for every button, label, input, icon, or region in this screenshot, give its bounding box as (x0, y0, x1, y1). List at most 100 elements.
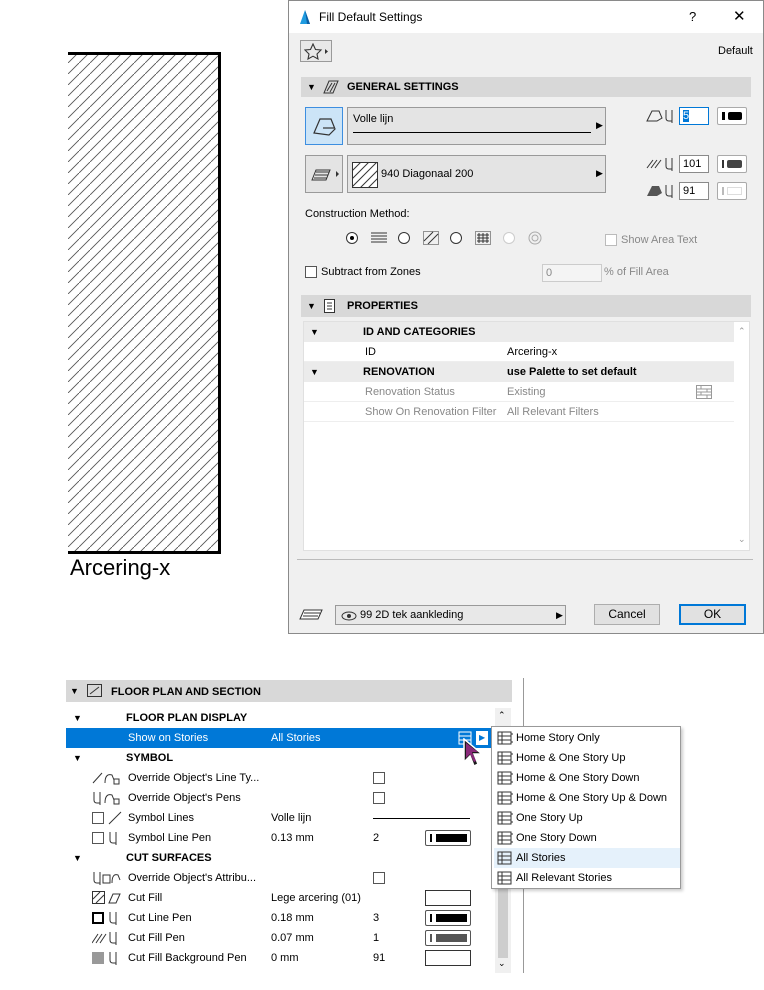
collapse-arrow-icon: ▼ (73, 853, 82, 863)
collapse-arrow-icon: ▼ (73, 713, 82, 723)
stories-menu-item[interactable]: Home Story Only (494, 728, 680, 748)
contour-toggle-button[interactable] (305, 107, 343, 145)
cut-fill-pen-label: Cut Fill Pen (128, 932, 185, 944)
cut-surfaces-row[interactable]: ▼ CUT SURFACES (66, 848, 494, 868)
cancel-button[interactable]: Cancel (594, 604, 660, 625)
fill-pen-icon (92, 932, 117, 945)
ok-button[interactable]: OK (679, 604, 746, 625)
cut-fill-bg-pen-swatch[interactable] (425, 950, 471, 966)
id-categories-label: ID AND CATEGORIES (363, 326, 476, 338)
cut-fill-pen-swatch[interactable] (425, 930, 471, 946)
symbol-lines-label: Symbol Lines (128, 812, 195, 824)
symbol-lines-value: Volle lijn (271, 812, 312, 824)
symbol-lines-row[interactable]: Symbol Lines Volle lijn (66, 808, 494, 828)
cut-line-pen-label: Cut Line Pen (128, 912, 192, 924)
override-line-types-checkbox[interactable] (373, 772, 385, 784)
close-button[interactable]: ✕ (733, 7, 746, 25)
fill-pen-input[interactable]: 101 (679, 155, 709, 173)
story-option-icon (497, 871, 512, 885)
scroll-up-icon[interactable]: ⌃ (498, 710, 506, 721)
cut-surfaces-label: CUT SURFACES (126, 852, 212, 864)
symbol-line-pen-checkbox[interactable] (92, 832, 104, 844)
floor-plan-section-header[interactable]: ▼ FLOOR PLAN AND SECTION (66, 680, 512, 702)
method-radio-cross[interactable] (450, 232, 462, 244)
stories-menu-item[interactable]: All Relevant Stories (494, 868, 680, 888)
cut-fill-row[interactable]: Cut Fill Lege arcering (01) (66, 888, 494, 908)
background-pen-swatch[interactable] (717, 182, 747, 200)
method-radio-hatch[interactable] (398, 232, 410, 244)
collapse-arrow-icon: ▼ (307, 82, 316, 92)
id-categories-row[interactable]: ▼ ID AND CATEGORIES (304, 322, 734, 342)
fill-mode-button[interactable] (305, 155, 343, 193)
symbol-lines-checkbox[interactable] (92, 812, 104, 824)
background-pen-input[interactable]: 91 (679, 182, 709, 200)
cut-line-icon (92, 912, 104, 924)
fill-area-input[interactable]: 0 (542, 264, 602, 282)
properties-header[interactable]: ▼ PROPERTIES (301, 295, 751, 317)
stories-menu-item[interactable]: All Stories (494, 848, 680, 868)
fill-pen-swatch[interactable] (717, 155, 747, 173)
show-on-filter-label: Show On Renovation Filter (365, 406, 497, 418)
brick-icon (696, 385, 712, 399)
dialog-title: Fill Default Settings (319, 10, 423, 24)
symbol-line-pen-row[interactable]: Symbol Line Pen 0.13 mm 2 (66, 828, 494, 848)
cut-fill-swatch[interactable] (425, 890, 471, 906)
method-radio-lines[interactable] (346, 232, 358, 244)
fill-settings-dialog: Fill Default Settings ? ✕ Default ▼ GENE… (288, 0, 764, 634)
subtract-zones-checkbox[interactable] (305, 266, 317, 278)
override-pens-row[interactable]: Override Object's Pens (66, 788, 494, 808)
symbol-line-pen-number: 2 (373, 832, 380, 844)
symbol-line-pen-swatch[interactable] (425, 830, 471, 846)
cut-fill-value: Lege arcering (01) (271, 892, 361, 904)
cut-fill-pen-row[interactable]: Cut Fill Pen 0.07 mm 1 (66, 928, 494, 948)
scroll-down-icon[interactable]: ⌄ (738, 534, 746, 545)
help-button[interactable]: ? (689, 9, 696, 24)
floor-plan-display-row[interactable]: ▼ FLOOR PLAN DISPLAY (66, 708, 494, 728)
cut-fill-bg-pen-row[interactable]: Cut Fill Background Pen 0 mm 91 (66, 948, 494, 968)
floor-plan-display-label: FLOOR PLAN DISPLAY (126, 712, 248, 724)
method-radio-gradient[interactable] (503, 232, 515, 244)
show-on-filter-row[interactable]: Show On Renovation Filter All Relevant F… (304, 402, 734, 422)
stories-menu-item[interactable]: One Story Up (494, 808, 680, 828)
cut-line-pen-mm: 0.18 mm (271, 912, 314, 924)
symbol-row[interactable]: ▼ SYMBOL (66, 748, 494, 768)
cut-fill-icon (92, 891, 121, 904)
symbol-label: SYMBOL (126, 752, 174, 764)
line-sample (353, 132, 591, 133)
stories-menu-item-label: One Story Down (516, 832, 597, 844)
cut-fill-label: Cut Fill (128, 892, 163, 904)
fill-type-arrow-icon: ▶ (596, 168, 603, 178)
override-line-types-row[interactable]: Override Object's Line Ty... (66, 768, 494, 788)
pen-icon (109, 832, 117, 845)
line-type-picker[interactable]: Volle lijn ▶ (347, 107, 606, 145)
stories-menu-item[interactable]: Home & One Story Down (494, 768, 680, 788)
story-option-icon (497, 811, 513, 825)
show-on-stories-row[interactable]: Show on Stories All Stories ▶ (66, 728, 494, 748)
show-area-text-checkbox[interactable] (605, 234, 617, 246)
hatch-method-icon (423, 231, 439, 245)
show-area-text-label: Show Area Text (621, 234, 698, 246)
stories-menu-item[interactable]: Home & One Story Up & Down (494, 788, 680, 808)
floor-plan-icon (87, 684, 102, 697)
favorites-button[interactable] (300, 40, 332, 62)
general-settings-header[interactable]: ▼ GENERAL SETTINGS (301, 77, 751, 97)
document-icon (324, 299, 335, 313)
override-attributes-row[interactable]: Override Object's Attribu... (66, 868, 494, 888)
cut-line-pen-swatch[interactable] (425, 910, 471, 926)
renovation-row[interactable]: ▼ RENOVATION use Palette to set default (304, 362, 734, 382)
override-attributes-checkbox[interactable] (373, 872, 385, 884)
scroll-down-icon[interactable]: ⌄ (498, 958, 506, 969)
cut-line-pen-row[interactable]: Cut Line Pen 0.18 mm 3 (66, 908, 494, 928)
layer-select[interactable]: 99 2D tek aankleding ▶ (335, 605, 566, 625)
contour-pen-icon (646, 110, 673, 123)
stories-menu-item[interactable]: Home & One Story Up (494, 748, 680, 768)
override-pens-checkbox[interactable] (373, 792, 385, 804)
contour-pen-input[interactable]: 5 (679, 107, 709, 125)
default-label: Default (718, 45, 753, 57)
scroll-up-icon[interactable]: ⌃ (738, 326, 746, 337)
fill-type-picker[interactable]: 940 Diagonaal 200 ▶ (347, 155, 606, 193)
contour-pen-swatch[interactable] (717, 107, 747, 125)
id-row[interactable]: ID Arcering-x (304, 342, 734, 362)
renovation-status-row[interactable]: Renovation Status Existing (304, 382, 734, 402)
stories-menu-item[interactable]: One Story Down (494, 828, 680, 848)
